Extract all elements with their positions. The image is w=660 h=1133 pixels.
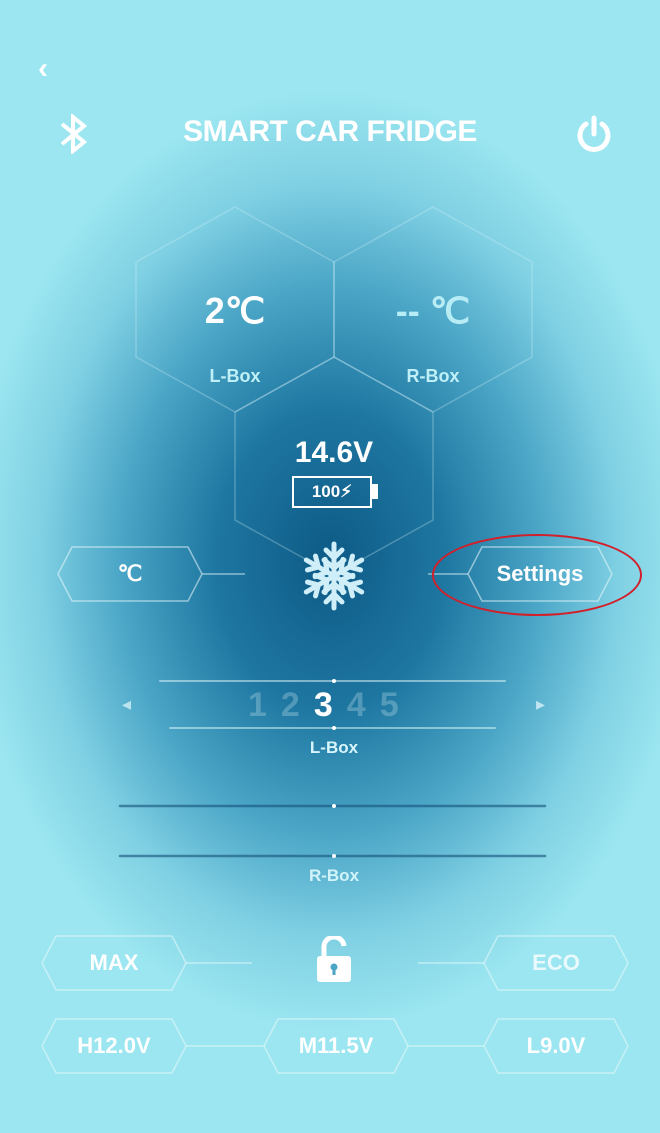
r-box-slider-label: R-Box <box>308 866 360 885</box>
charging-bolt-icon: ⚡︎ <box>340 482 353 501</box>
level-selector[interactable]: 1 2 3 4 5 <box>248 686 399 725</box>
settings-button[interactable]: Settings <box>482 561 598 587</box>
level-prev-arrow-icon[interactable]: ◂ <box>122 694 131 715</box>
mid-voltage-button[interactable]: M11.5V <box>278 1033 394 1059</box>
r-box-label: R-Box <box>406 366 460 386</box>
high-voltage-button[interactable]: H12.0V <box>56 1033 172 1059</box>
unit-button[interactable]: ℃ <box>72 561 188 587</box>
power-icon[interactable] <box>574 114 614 161</box>
snowflake-icon[interactable] <box>296 538 372 619</box>
level-next-arrow-icon[interactable]: ▸ <box>536 694 545 715</box>
level-option[interactable]: 4 <box>347 686 366 725</box>
page-title: SMART CAR FRIDGE <box>183 115 477 148</box>
level-option[interactable]: 2 <box>281 686 300 725</box>
l-box-label: L-Box <box>209 366 261 386</box>
l-box-temperature: 2℃ <box>204 290 266 331</box>
battery-tip <box>372 484 378 499</box>
l-box-slider-label: L-Box <box>309 738 359 757</box>
battery-indicator: 100⚡︎ <box>292 476 372 508</box>
battery-voltage: 14.6V <box>294 436 374 469</box>
level-option[interactable]: 1 <box>248 686 267 725</box>
max-mode-button[interactable]: MAX <box>56 950 172 976</box>
eco-mode-button[interactable]: ECO <box>498 950 614 976</box>
r-box-temperature: -- ℃ <box>395 290 471 331</box>
level-option[interactable]: 5 <box>380 686 399 725</box>
back-icon[interactable]: ‹ <box>38 52 48 86</box>
low-voltage-button[interactable]: L9.0V <box>498 1033 614 1059</box>
battery-percent: 100 <box>311 482 341 501</box>
level-option-selected[interactable]: 3 <box>314 686 333 725</box>
lock-open-icon[interactable] <box>313 934 355 989</box>
